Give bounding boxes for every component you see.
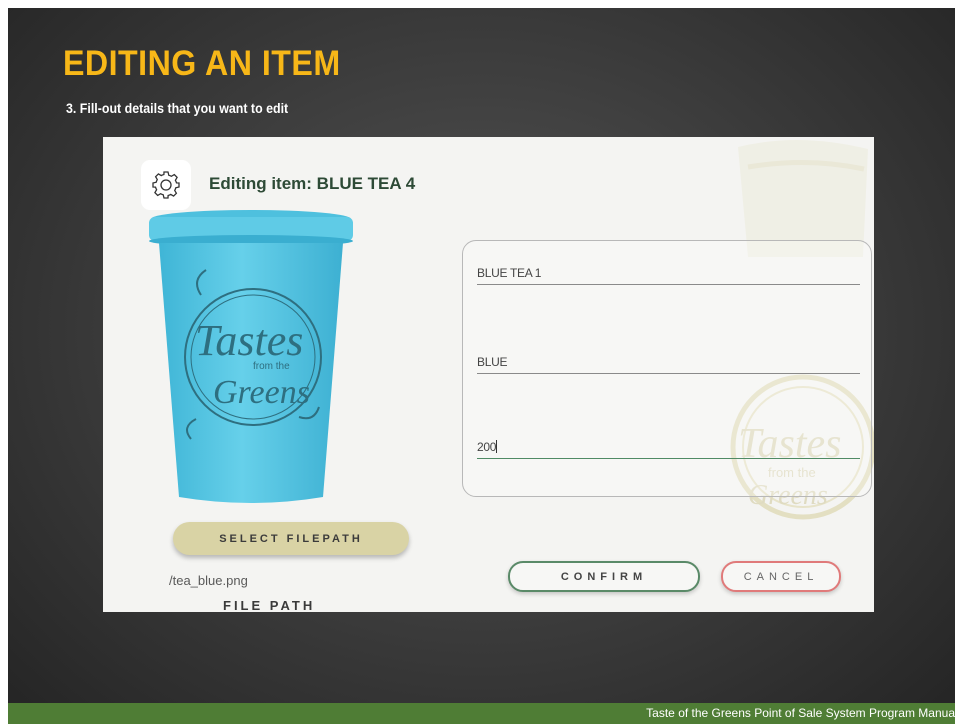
footer-bar: Taste of the Greens Point of Sale System… [8,703,955,724]
background-cup-image [738,139,868,257]
settings-button[interactable] [141,160,191,210]
select-filepath-button[interactable]: SELECT FILEPATH [173,522,409,555]
text-caret [496,440,498,453]
item-price-value: 200 [477,440,497,454]
item-category-field[interactable]: BLUE [477,347,860,374]
window-title: Editing item: BLUE TEA 4 [209,174,416,193]
slide-title: EDITING AN ITEM [63,44,341,83]
filepath-value: /tea_blue.png [169,573,248,588]
cup-logo-text-1: Tastes [195,316,303,365]
item-price-field[interactable]: 200 [477,432,860,459]
slide-subtitle: 3. Fill-out details that you want to edi… [66,101,289,116]
item-name-value: BLUE TEA 1 [477,266,542,280]
footer-text: Taste of the Greens Point of Sale System… [646,706,955,720]
cup-logo-text-2: from the [253,361,290,372]
gear-icon [152,171,180,199]
cancel-button[interactable]: CANCEL [721,561,841,592]
item-name-field[interactable]: BLUE TEA 1 [477,258,860,285]
filepath-label: FILE PATH [223,598,316,612]
presentation-slide: EDITING AN ITEM 3. Fill-out details that… [8,8,955,724]
confirm-button[interactable]: CONFIRM [508,561,700,592]
blue-cup-image: Tastes from the Greens [149,210,353,503]
cup-logo-text-3: Greens [213,374,310,411]
item-category-value: BLUE [477,355,508,369]
edit-item-window: Tastes from the Greens Editing item: BLU… [103,137,874,612]
item-form-panel: BLUE TEA 1 BLUE 200 [462,240,872,497]
